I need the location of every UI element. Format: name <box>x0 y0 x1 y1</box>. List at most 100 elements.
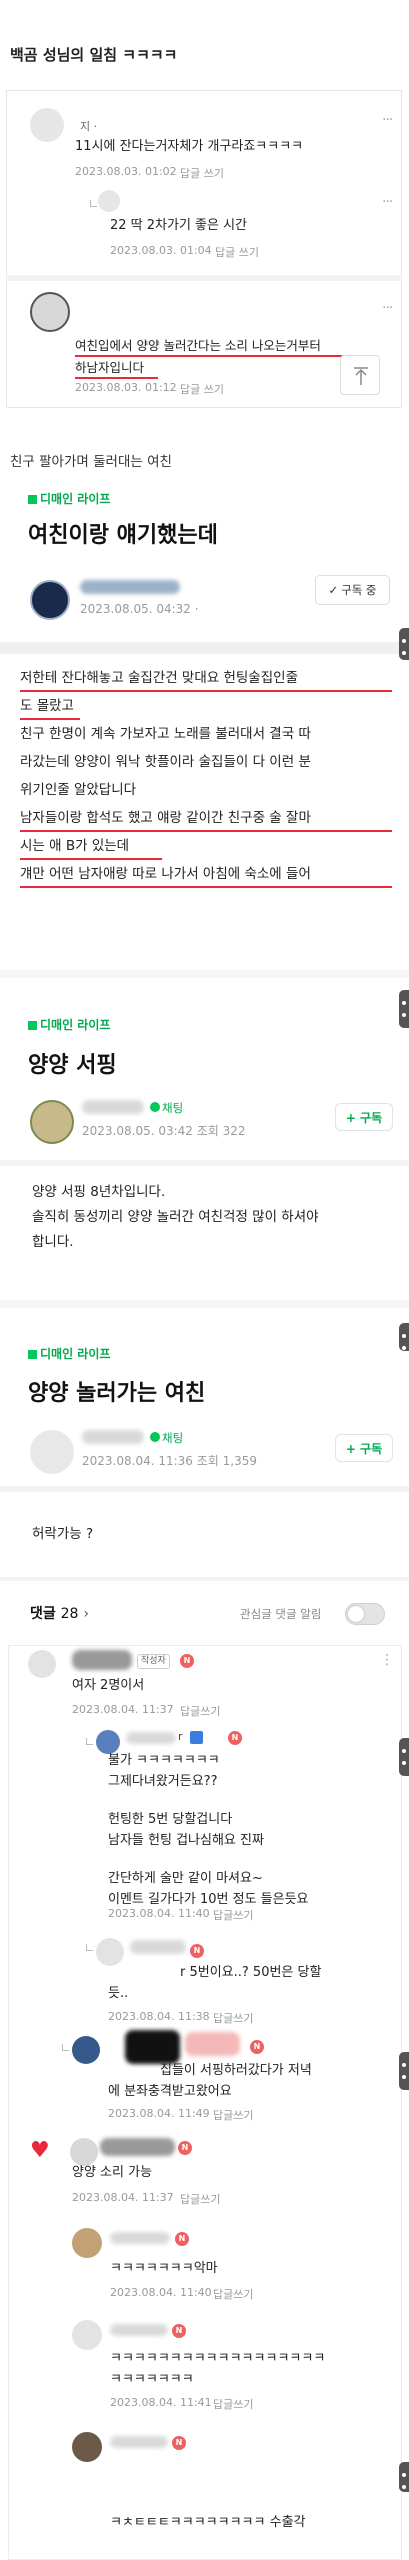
more-icon[interactable]: ⋮ <box>380 1652 394 1668</box>
post-body: 저한테 잔다해놓고 술집간건 맞대요 헌팅술집인줄 도 몰랐고 친구 한명이 계… <box>20 666 400 890</box>
new-badge: N <box>190 1944 204 1958</box>
comment-text-block: 불가 ㅋㅋㅋㅋㅋㅋㅋ 그제다녀왔거든요?? 헌팅한 5번 당할겁니다 남자들 헌… <box>108 1750 309 1910</box>
top-comments-divider <box>6 275 402 281</box>
author-name-blurred <box>72 1650 132 1670</box>
comments-count: 28 <box>60 1606 79 1622</box>
comment-line: 간단하게 술만 같이 마셔요~ <box>108 1871 263 1886</box>
comment-line: 듯.. <box>108 1986 129 2001</box>
body-line: 양양 서핑 8년차입니다. <box>32 1184 166 1200</box>
chat-link[interactable]: 채팅 <box>150 1430 183 1446</box>
reply-arrow-icon <box>90 200 97 207</box>
cafe-name: 디매인 라이프 <box>40 492 111 506</box>
comment-line <box>108 1792 309 1809</box>
subscribed-button[interactable]: ✓ 구독 중 <box>315 575 390 605</box>
chat-link[interactable]: 채팅 <box>150 1100 183 1116</box>
reply-arrow-icon <box>86 1738 93 1745</box>
scroll-handle[interactable] <box>399 628 409 660</box>
highlight-underline <box>20 830 392 832</box>
new-badge: N <box>250 2040 264 2054</box>
post-body: 허락가능 ? <box>32 1526 94 1542</box>
body-line: 합니다. <box>32 1234 74 1250</box>
avatar <box>72 2036 100 2064</box>
cafe-tag[interactable]: 디매인 라이프 <box>28 490 110 507</box>
chevron-right-icon: › <box>83 1606 89 1622</box>
author-avatar <box>30 1100 74 1144</box>
comments-header[interactable]: 댓글 28 › <box>30 1603 89 1623</box>
reply-arrow-icon <box>86 1944 93 1951</box>
scroll-handle[interactable] <box>399 1738 409 1776</box>
reply-link[interactable]: 답글쓰기 <box>180 1703 220 1719</box>
reply-link[interactable]: 답글쓰기 <box>213 2396 253 2412</box>
reply-arrow-icon <box>62 2044 69 2051</box>
reply-link[interactable]: 답글쓰기 <box>213 2286 253 2302</box>
post-title: 양양 서핑 <box>28 1053 117 1078</box>
comment-line: ㅋㅋㅋㅋㅋㅋㅋㅋㅋㅋㅋㅋㅋㅋㅋㅋㅋㅋ <box>110 2351 326 2366</box>
comment-line <box>108 1851 309 1868</box>
body-line: 친구 한명이 계속 가보자고 노래를 불러대서 결국 따 <box>20 726 311 742</box>
section-divider <box>0 970 409 978</box>
scroll-handle[interactable] <box>399 2052 409 2090</box>
post-title: 여친이랑 얘기했는데 <box>28 523 218 548</box>
avatar <box>72 2228 102 2258</box>
post-meta: 2023.08.05. 04:32 · <box>80 602 199 616</box>
author-name-blurred <box>110 2232 170 2244</box>
comment-line: 불가 ㅋㅋㅋㅋㅋㅋㅋ <box>108 1753 220 1768</box>
comment-date: 2023.08.03. 01:12 <box>75 381 177 394</box>
comment-alert-toggle[interactable] <box>345 1603 385 1625</box>
comment-date: 2023.08.03. 01:02 <box>75 165 177 178</box>
comment-date: 2023.08.04. 11:41 <box>110 2396 212 2409</box>
new-badge: N <box>180 1654 194 1668</box>
cafe-tag[interactable]: 디매인 라이프 <box>28 1345 110 1362</box>
scroll-handle[interactable] <box>399 1323 409 1351</box>
avatar <box>30 292 70 332</box>
author-name-blurred <box>110 2436 168 2448</box>
comment-text: 11시에 잔다는거자체가 개구라죠ㅋㅋㅋㅋ <box>75 139 304 154</box>
heart-icon[interactable]: ♥ <box>30 2140 50 2162</box>
comment-line: 그제다녀왔거든요?? <box>108 1774 218 1789</box>
reply-link[interactable]: 답글쓰기 <box>213 1907 253 1923</box>
section-divider <box>0 1300 409 1308</box>
comment-text: 여자 2명이서 <box>72 1678 145 1693</box>
post-body: 양양 서핑 8년차입니다. 솔직히 동성끼리 양양 놀러간 여친걱정 많이 하셔… <box>32 1180 392 1255</box>
cafe-square-icon <box>28 495 37 504</box>
scroll-handle[interactable] <box>399 2462 409 2492</box>
reply-link[interactable]: 답글쓰기 <box>180 2191 220 2207</box>
comment-text: 하남자입니다 <box>75 360 145 375</box>
chat-label: 채팅 <box>162 1101 184 1115</box>
reply-link[interactable]: 답글 쓰기 <box>180 381 224 397</box>
avatar <box>28 1650 56 1678</box>
comments-label: 댓글 <box>30 1606 56 1622</box>
avatar <box>72 2432 102 2462</box>
comment-text: ㅋㅊㅌㅌㅌㅋㅋㅋㅋㅋㅋㅋㅋ 수출각 <box>110 2515 306 2530</box>
comment-line: 에 분좌충격받고왔어요 <box>108 2084 232 2099</box>
more-icon[interactable]: ··· <box>382 194 393 210</box>
chat-label: 채팅 <box>162 1431 184 1445</box>
avatar <box>96 1938 124 1966</box>
cafe-tag[interactable]: 디매인 라이프 <box>28 1016 110 1033</box>
avatar <box>98 190 120 212</box>
arrow-up-icon <box>354 367 368 385</box>
section-divider <box>0 642 409 654</box>
more-icon[interactable]: ··· <box>382 300 393 316</box>
follow-button[interactable]: + 구독 <box>335 1103 393 1131</box>
reply-link[interactable]: 답글쓰기 <box>213 2107 253 2123</box>
follow-button[interactable]: + 구독 <box>335 1434 393 1462</box>
reply-link[interactable]: 답글쓰기 <box>213 2010 253 2026</box>
section-divider <box>0 1486 409 1492</box>
level-icon <box>190 1731 203 1744</box>
comment-date: 2023.08.04. 11:40 <box>108 1907 210 1920</box>
comment-date: 2023.08.04. 11:40 <box>110 2286 212 2299</box>
reply-link[interactable]: 답글 쓰기 <box>215 244 259 260</box>
author-name-blurred <box>100 2138 175 2156</box>
more-icon[interactable]: ··· <box>382 112 393 128</box>
comment-text: 양양 소리 가능 <box>72 2165 153 2180</box>
comment-line: 헌팅한 5번 당할겁니다 <box>108 1812 233 1827</box>
reply-link[interactable]: 답글 쓰기 <box>180 165 224 181</box>
author-name-blurred <box>130 1940 186 1954</box>
scroll-handle[interactable] <box>399 990 409 1028</box>
scroll-top-button[interactable] <box>340 355 380 395</box>
post-title: 양양 놀러가는 여친 <box>28 1381 206 1406</box>
author-name-blurred <box>80 580 180 594</box>
body-line: 라갔는데 양양이 워낙 핫플이라 술집들이 다 이런 분 <box>20 754 311 770</box>
post-meta: 2023.08.04. 11:36 조회 1,359 <box>82 1454 257 1468</box>
